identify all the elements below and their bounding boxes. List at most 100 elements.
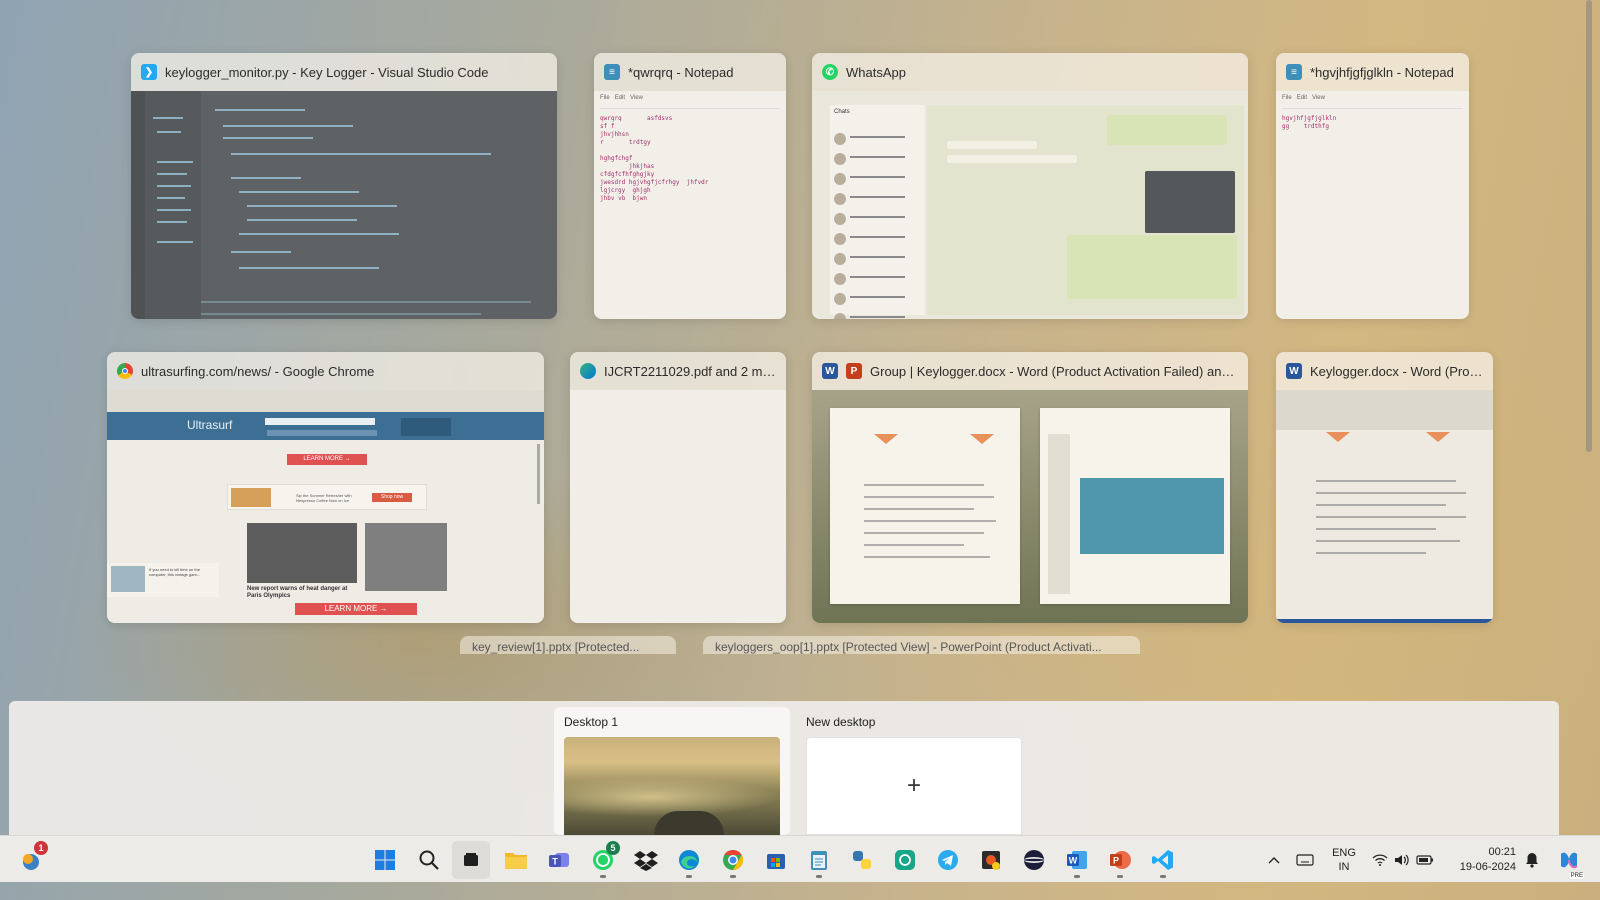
ultrasurf-logo: Ultrasurf: [187, 418, 233, 432]
svg-text:T: T: [552, 857, 558, 867]
word-icon: W: [1067, 851, 1087, 869]
desktop-1-card[interactable]: Desktop 1: [554, 707, 790, 835]
svg-text:W: W: [1069, 856, 1078, 866]
window-title: Group | Keylogger.docx - Word (Product A…: [870, 363, 1238, 379]
desktop-1-preview: [564, 737, 780, 835]
quick-settings-button[interactable]: [1370, 836, 1436, 883]
teams-button[interactable]: T: [540, 841, 578, 879]
svg-text:P: P: [1113, 856, 1119, 866]
dropbox-icon: [634, 851, 658, 871]
folder-icon: [505, 853, 527, 869]
vscode-icon: [1152, 850, 1173, 870]
window-title-bar: IJCRT2211029.pdf and 2 more...: [570, 352, 786, 390]
window-title-bar: ≡ *hgvjhfjgfjglkln - Notepad: [1276, 53, 1469, 91]
language-indicator[interactable]: ENG IN: [1326, 836, 1362, 883]
clock-date: 19-06-2024: [1459, 860, 1516, 873]
telegram-icon: [938, 850, 958, 870]
window-title-bar: ✆ WhatsApp: [812, 53, 1248, 91]
microsoft-store-button[interactable]: [757, 841, 795, 879]
keyboard-icon: [1296, 853, 1314, 866]
window-title: *hgvjhfjgfjglkln - Notepad: [1310, 64, 1454, 80]
windows-icon: [375, 850, 395, 870]
telegram-button[interactable]: [929, 841, 967, 879]
window-vscode[interactable]: ❯ keylogger_monitor.py - Key Logger - Vi…: [131, 53, 557, 319]
word-group-thumbnail: [812, 390, 1248, 623]
window-edge-pdf[interactable]: IJCRT2211029.pdf and 2 more...: [570, 352, 786, 623]
chatgpt-button[interactable]: [886, 841, 924, 879]
dropbox-button[interactable]: [627, 841, 665, 879]
window-title: IJCRT2211029.pdf and 2 more...: [604, 363, 776, 379]
task-view-button[interactable]: [452, 841, 490, 879]
python-icon: [853, 851, 871, 869]
window-word-group[interactable]: W P Group | Keylogger.docx - Word (Produ…: [812, 352, 1248, 623]
antivirus-button[interactable]: [972, 841, 1010, 879]
vpn-button[interactable]: [1015, 841, 1053, 879]
window-whatsapp[interactable]: ✆ WhatsApp Chats: [812, 53, 1248, 319]
window-title: *qwrqrq - Notepad: [628, 64, 734, 80]
store-icon: [767, 854, 785, 869]
word-thumbnail: [1276, 390, 1493, 623]
edge-icon: [580, 363, 596, 379]
chat-pane: [927, 105, 1244, 315]
vpn-icon: [1024, 850, 1044, 870]
notepad-menu: File Edit View: [600, 95, 780, 109]
search-icon: [419, 850, 439, 870]
scrollbar[interactable]: [1586, 0, 1592, 452]
window-notepad-hgvjhfjgfjglkln[interactable]: ≡ *hgvjhfjgfjglkln - Notepad File Edit V…: [1276, 53, 1469, 319]
python-launcher-button[interactable]: [843, 841, 881, 879]
vscode-button[interactable]: [1144, 841, 1182, 879]
new-desktop-preview[interactable]: +: [806, 737, 1022, 835]
touch-keyboard-button[interactable]: [1292, 836, 1318, 883]
chrome-thumbnail: Ultrasurf LEARN MORE → Sip the Summer Re…: [107, 390, 544, 623]
window-word-keylogger[interactable]: W Keylogger.docx - Word (Prod...: [1276, 352, 1493, 623]
window-peek-pptx-2[interactable]: keyloggers_oop[1].pptx [Protected View] …: [703, 636, 1140, 654]
vscode-thumbnail: [131, 91, 557, 319]
battery-icon: [1416, 854, 1433, 865]
copilot-badge: PRE: [1569, 873, 1584, 879]
notepad-icon: [811, 851, 827, 870]
window-title: ultrasurfing.com/news/ - Google Chrome: [141, 363, 375, 379]
window-chrome[interactable]: ultrasurfing.com/news/ - Google Chrome U…: [107, 352, 544, 623]
chrome-button[interactable]: [714, 841, 752, 879]
desktop-label: Desktop 1: [564, 715, 619, 729]
notepad-icon: ≡: [604, 64, 620, 80]
notepad-button[interactable]: [800, 841, 838, 879]
notepad-thumbnail: File Edit View hgvjhfjgfjglkln gg trdthf…: [1276, 91, 1469, 319]
taskbar: 1 T 5 W P ENG IN 00:21 19-06-2024 PRE: [0, 835, 1600, 882]
new-desktop-card[interactable]: New desktop +: [796, 707, 1032, 835]
weather-widget[interactable]: 1: [12, 841, 50, 879]
window-title: keylogger_monitor.py - Key Logger - Visu…: [165, 64, 489, 80]
chevron-up-icon: [1268, 856, 1280, 863]
clock[interactable]: 00:21 19-06-2024: [1440, 836, 1516, 883]
window-peek-pptx[interactable]: key_review[1].pptx [Protected...: [460, 636, 676, 654]
whatsapp-icon: ✆: [822, 64, 838, 80]
window-title: WhatsApp: [846, 64, 906, 80]
antivirus-icon: [982, 851, 1000, 870]
word-button[interactable]: W: [1058, 841, 1096, 879]
desktop-label: New desktop: [806, 715, 876, 729]
window-notepad-qwrqrq[interactable]: ≡ *qwrqrq - Notepad File Edit View qwrqr…: [594, 53, 786, 319]
learn-more-button-2[interactable]: LEARN MORE →: [295, 603, 417, 615]
notifications-button[interactable]: [1522, 836, 1542, 883]
notepad-text: hgvjhfjgfjglkln gg trdthfg: [1282, 115, 1337, 130]
edge-button[interactable]: [670, 841, 708, 879]
search-button[interactable]: [410, 841, 448, 879]
word-icon: W: [822, 363, 838, 379]
powerpoint-button[interactable]: P: [1101, 841, 1139, 879]
start-button[interactable]: [366, 841, 404, 879]
whatsapp-button[interactable]: 5: [584, 841, 622, 879]
notification-badge: 5: [606, 841, 620, 855]
virtual-desktops-panel: Desktop 1 New desktop +: [9, 701, 1559, 835]
notepad-icon: ≡: [1286, 64, 1302, 80]
plus-icon: +: [906, 772, 921, 799]
notepad-menu: File Edit View: [1282, 95, 1463, 109]
learn-more-button[interactable]: LEARN MORE →: [287, 454, 367, 465]
copilot-button[interactable]: PRE: [1554, 836, 1584, 883]
volume-icon: [1395, 854, 1409, 865]
file-explorer-button[interactable]: [497, 841, 535, 879]
edge-icon: [679, 850, 699, 870]
notepad-thumbnail: File Edit View qwrqrq asfdsvs sf f jhvjh…: [594, 91, 786, 319]
window-title-bar: W Keylogger.docx - Word (Prod...: [1276, 352, 1493, 390]
show-hidden-icons-button[interactable]: [1262, 836, 1286, 883]
bell-icon: [1526, 852, 1538, 868]
